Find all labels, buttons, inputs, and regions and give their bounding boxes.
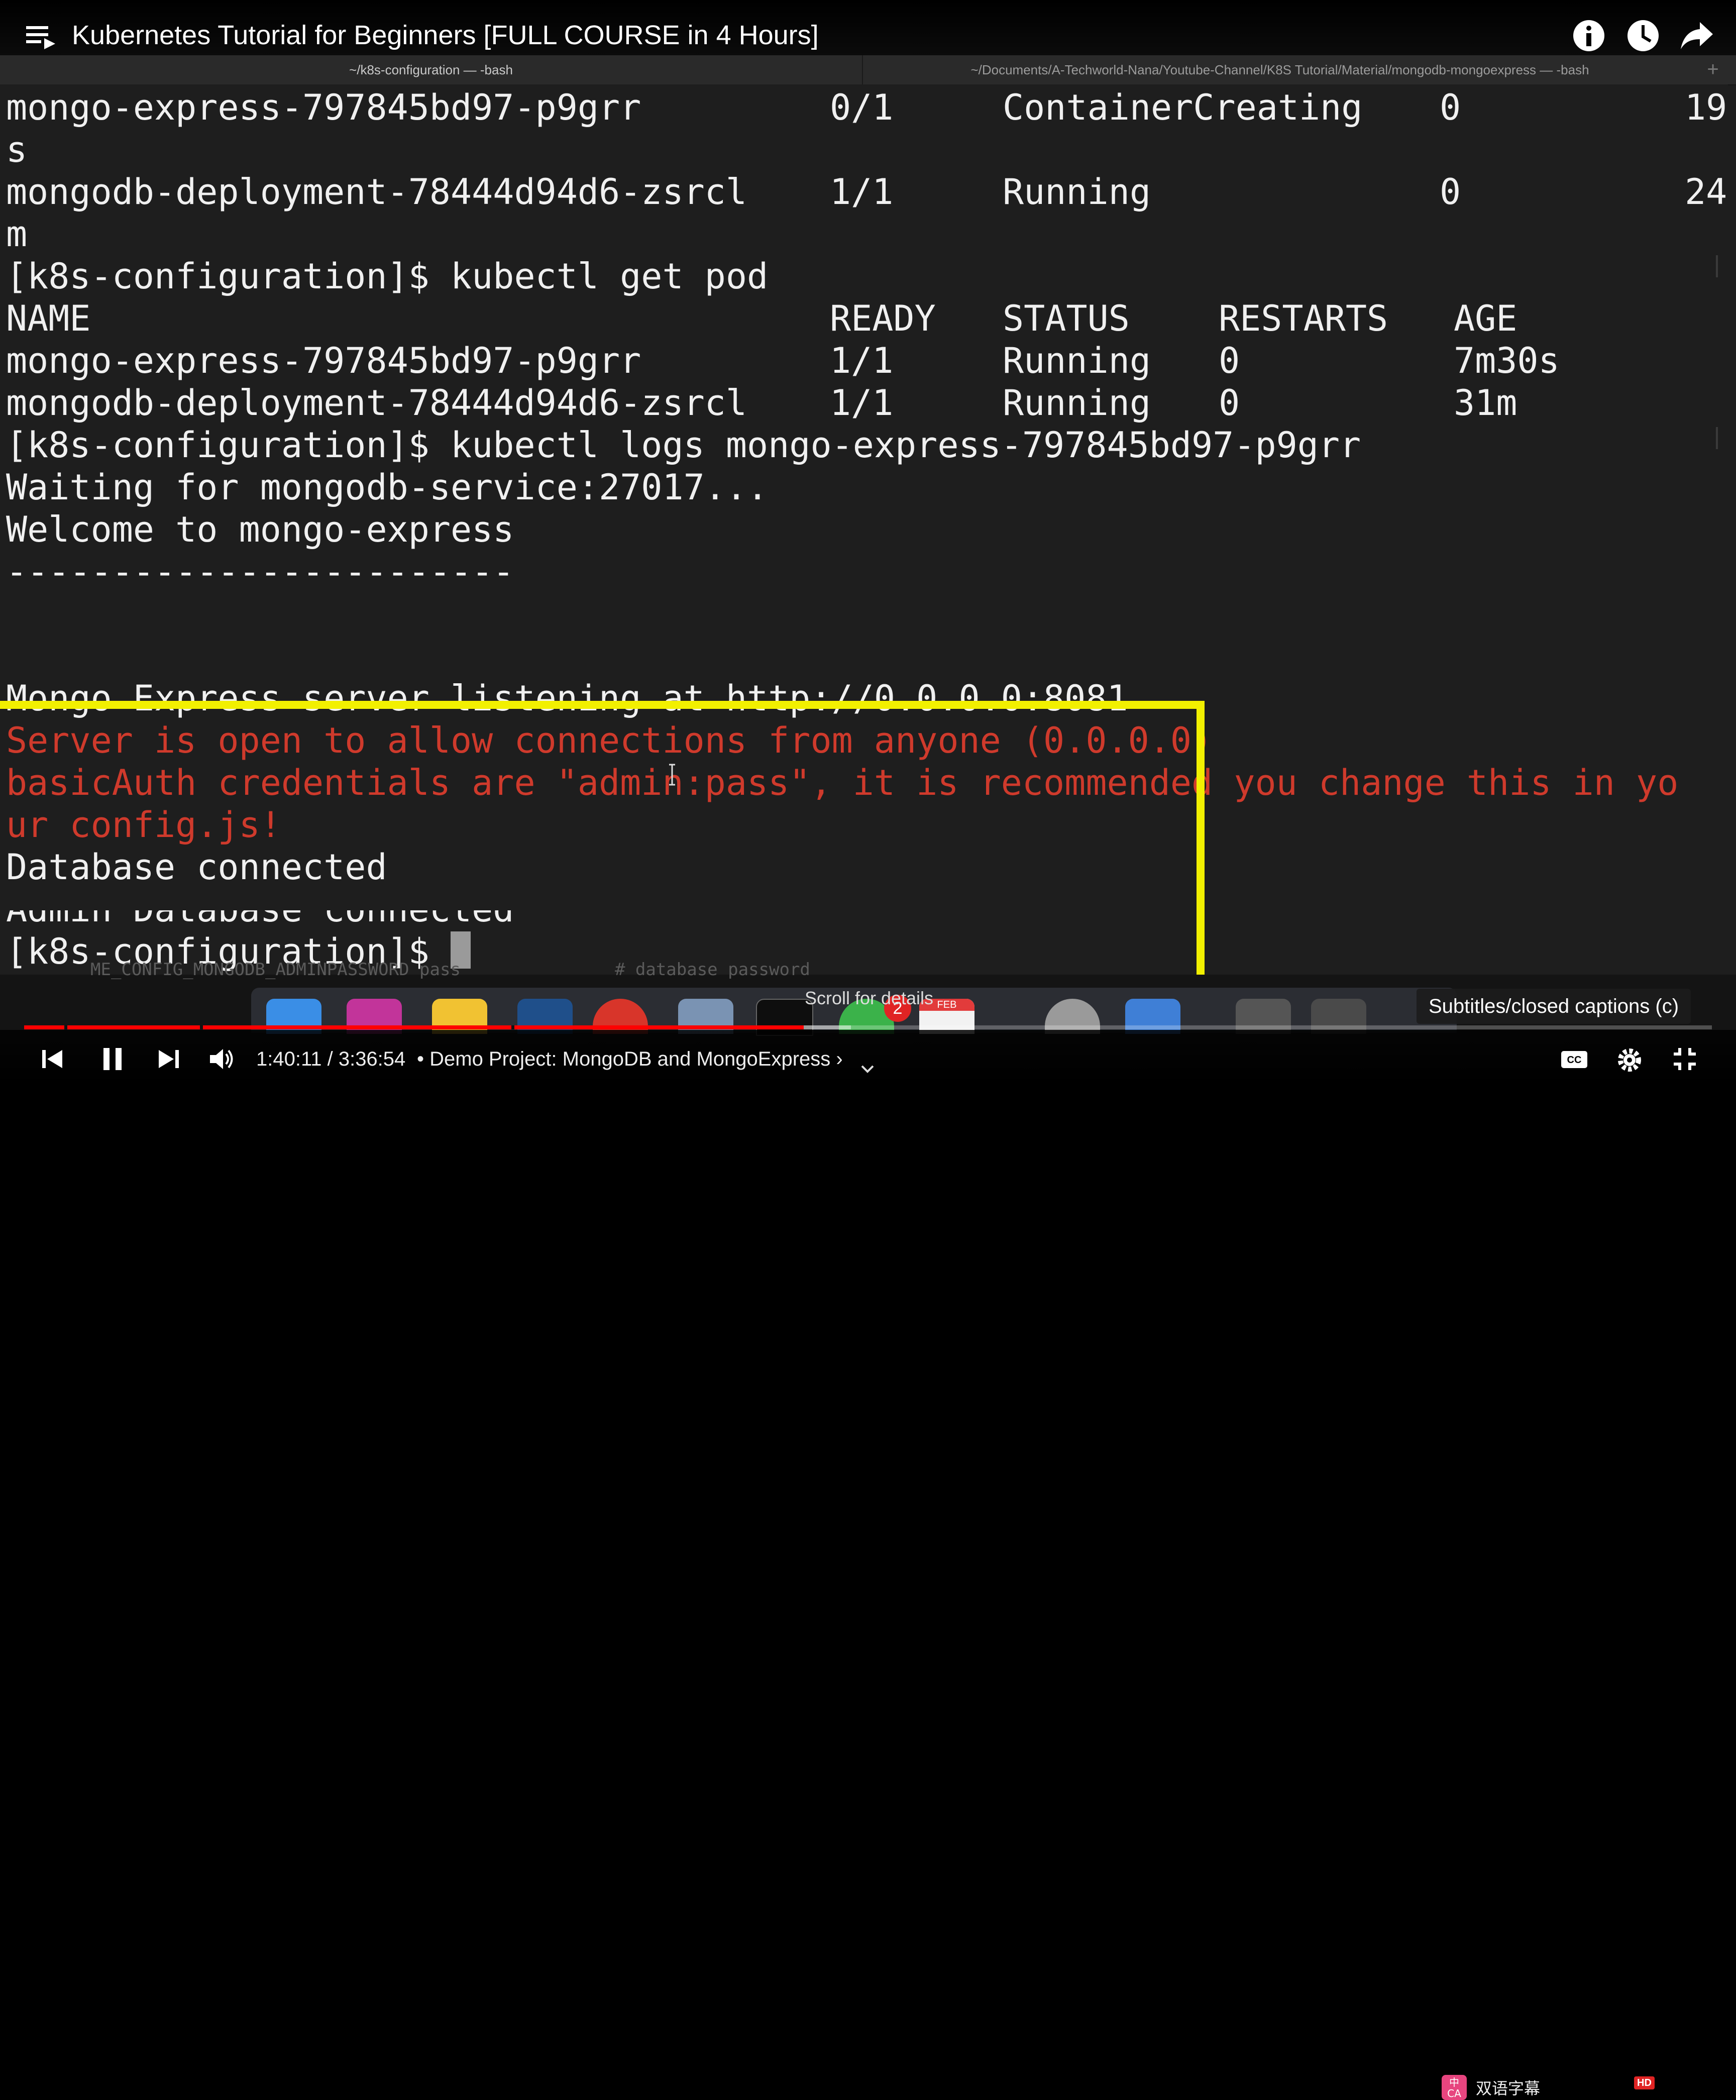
terminal-line: ur config.js! [6, 804, 281, 846]
terminal-cell: 1/1 [830, 171, 894, 213]
terminal-cell: mongo-express-797845bd97-p9grr [6, 340, 641, 381]
exit-fullscreen-icon[interactable] [1670, 1044, 1700, 1074]
terminal-cell: 0 [1219, 382, 1240, 424]
captions-tooltip: Subtitles/closed captions (c) [1417, 989, 1691, 1024]
terminal-cell: Running [1003, 171, 1151, 213]
terminal-cell: AGE [1454, 298, 1517, 339]
terminal-cell: 1/1 [830, 382, 894, 424]
scroll-marker [1716, 255, 1718, 277]
next-icon[interactable] [154, 1044, 184, 1074]
playlist-icon[interactable] [26, 25, 56, 50]
scroll-for-details[interactable]: Scroll for details [784, 986, 954, 1011]
hd-badge: HD [1634, 2076, 1655, 2089]
terminal-line: m [6, 214, 28, 255]
previous-icon[interactable] [37, 1044, 67, 1074]
bilingual-subtitles[interactable]: 中 CA 双语字幕 [1442, 2075, 1540, 2100]
terminal-line: mongo-express-797845bd97-p9grr 0/1 Contain… [6, 86, 1727, 129]
terminal-line: s [6, 129, 28, 170]
scroll-marker [1716, 427, 1718, 449]
video-title[interactable]: Kubernetes Tutorial for Beginners [FULL … [72, 17, 819, 53]
terminal-line: mongodb-deployment-78444d94d6-zsrcl 1/1 Ru… [6, 382, 1724, 424]
terminal-tab-bar: ~/k8s-configuration — -bash ~/Documents/… [0, 55, 1736, 85]
terminal-tab-2[interactable]: ~/Documents/A-Techworld-Nana/Youtube-Cha… [863, 55, 1697, 84]
terminal-line: [k8s-configuration]$ kubectl get pod [6, 256, 769, 297]
chapter-marker [200, 1025, 203, 1029]
terminal-line: Server is open to allow connections from… [6, 720, 1213, 761]
background-terminal-text: ME_CONFIG_MONGODB_ADMINPASSWORD pass # d… [90, 960, 810, 980]
chapter-marker [64, 1025, 67, 1029]
terminal-line: NAME READY STATUS RESTARTS AGE [6, 297, 1724, 340]
terminal-cell: RESTARTS [1219, 298, 1388, 339]
terminal-cell: 0 [1219, 340, 1240, 381]
terminal-cell: ContainerCreating [1003, 87, 1363, 128]
terminal-line: Welcome to mongo-express [6, 509, 514, 550]
pause-icon[interactable] [97, 1044, 128, 1074]
terminal-cell: 7m30s [1454, 340, 1560, 381]
video-top-bar: Kubernetes Tutorial for Beginners [FULL … [0, 0, 1736, 55]
terminal-cell: mongodb-deployment-78444d94d6-zsrcl [6, 171, 747, 213]
terminal-cell: Running [1003, 340, 1151, 381]
terminal-cell: 1/1 [830, 340, 894, 381]
new-tab-button[interactable]: + [1698, 55, 1728, 84]
watch-later-icon[interactable] [1625, 18, 1661, 53]
player-controls: 1:40:11 / 3:36:54 • Demo Project: MongoD… [0, 1030, 1736, 2100]
terminal-cell: 24 [1685, 171, 1727, 213]
terminal-cell: 0/1 [830, 87, 894, 128]
terminal-cell: mongo-express-797845bd97-p9grr [6, 87, 641, 128]
info-icon[interactable] [1571, 18, 1606, 53]
text-cursor-icon [669, 764, 675, 786]
terminal-line: [k8s-configuration]$ kubectl logs mongo-… [6, 425, 1361, 466]
terminal-cell: READY [830, 298, 936, 339]
terminal-cell: Running [1003, 382, 1151, 424]
terminal-cell: STATUS [1003, 298, 1130, 339]
terminal-tab-1[interactable]: ~/k8s-configuration — -bash [0, 55, 862, 84]
terminal-line: mongo-express-797845bd97-p9grr 1/1 Running… [6, 340, 1724, 382]
time-display: 1:40:11 / 3:36:54 [256, 1048, 406, 1070]
chapter-marker [511, 1025, 514, 1029]
volume-icon[interactable] [207, 1044, 237, 1074]
bilingual-label: 双语字幕 [1476, 2079, 1541, 2098]
progress-played [24, 1025, 804, 1029]
terminal-cell: 0 [1440, 171, 1461, 213]
terminal-line: mongodb-deployment-78444d94d6-zsrcl 1/1 Ru… [6, 171, 1727, 213]
progress-bar[interactable] [24, 1025, 1712, 1029]
terminal-line: Waiting for mongodb-service:27017... [6, 467, 769, 508]
terminal-cell: 19 [1685, 87, 1727, 128]
terminal-line: Mongo Express server listening at http:/… [6, 678, 1128, 719]
chevron-down-icon[interactable] [860, 1063, 875, 1075]
terminal-cell: NAME [6, 298, 91, 339]
chapter-title[interactable]: • Demo Project: MongoDB and MongoExpress… [417, 1044, 843, 1074]
settings-icon[interactable] [1614, 1044, 1645, 1074]
terminal-line: basicAuth credentials are "admin:pass", … [6, 762, 1679, 803]
bilingual-badge-icon: 中 CA [1442, 2075, 1467, 2100]
terminal-line: Admin Database connected [6, 889, 514, 930]
terminal-line: Database connected [6, 847, 387, 888]
terminal-line: ------------------------ [6, 551, 514, 592]
terminal-cell: mongodb-deployment-78444d94d6-zsrcl [6, 382, 747, 424]
terminal-cell: 31m [1454, 382, 1517, 424]
svg-text:CC: CC [1567, 1055, 1582, 1066]
share-icon[interactable] [1680, 18, 1715, 53]
terminal-cell: 0 [1440, 87, 1461, 128]
video-frame[interactable]: Kubernetes Tutorial for Beginners [FULL … [0, 0, 1736, 2100]
cc-icon[interactable]: CC [1560, 1044, 1588, 1074]
terminal-output[interactable]: mongo-express-797845bd97-p9grr 0/1 Contain… [0, 84, 1728, 975]
